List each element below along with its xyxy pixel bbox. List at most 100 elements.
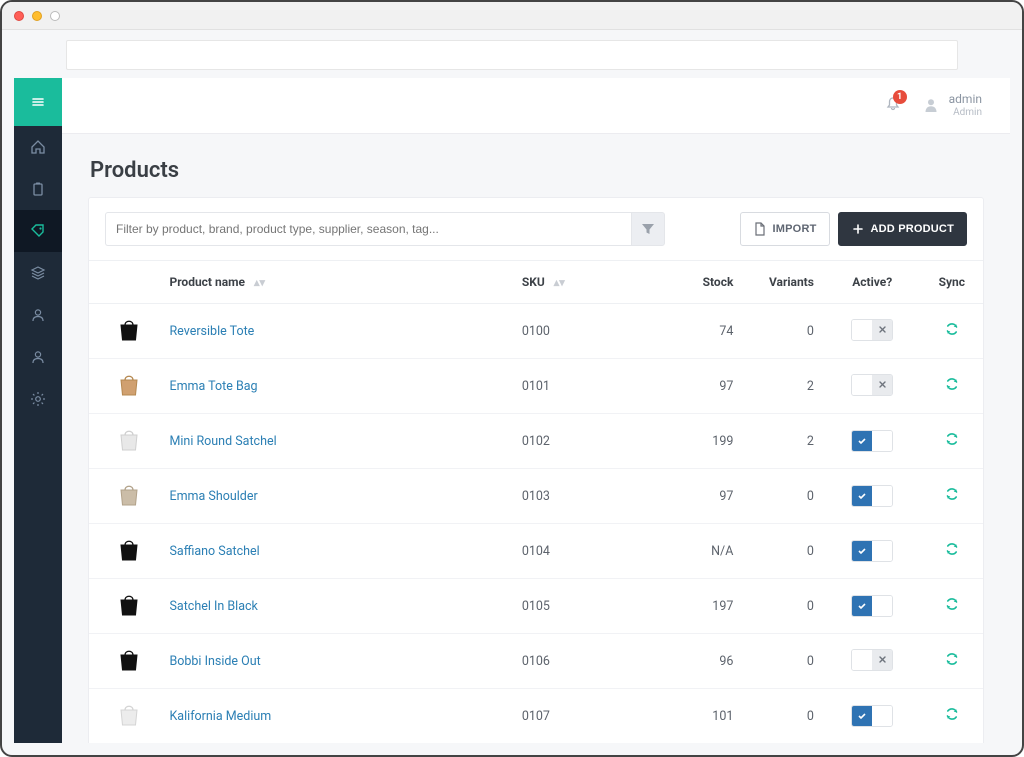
variants-cell: 0 [743, 634, 824, 689]
stock-cell: 197 [655, 579, 744, 634]
add-product-button[interactable]: ADD PRODUCT [838, 212, 967, 246]
page-title: Products [90, 158, 982, 183]
product-name-link[interactable]: Emma Tote Bag [169, 379, 257, 394]
maximize-dot-icon[interactable] [50, 11, 60, 21]
table-row: Saffiano Satchel0104N/A0 [89, 524, 983, 579]
sidebar-item-customers[interactable] [14, 294, 62, 336]
variants-cell: 0 [743, 524, 824, 579]
notification-badge: 1 [893, 90, 907, 104]
gear-icon [30, 391, 46, 407]
sku-cell: 0100 [512, 304, 655, 359]
minimize-dot-icon[interactable] [32, 11, 42, 21]
sort-icon: ▴▾ [554, 276, 565, 289]
table-row: Kalifornia Medium01071010 [89, 689, 983, 744]
product-name-link[interactable]: Satchel In Black [169, 599, 257, 614]
variants-cell: 0 [743, 469, 824, 524]
product-thumbnail [115, 481, 143, 507]
sku-cell: 0102 [512, 414, 655, 469]
tag-icon [30, 223, 46, 239]
filter-input[interactable] [105, 212, 631, 246]
product-name-link[interactable]: Emma Shoulder [169, 489, 257, 504]
sync-button[interactable] [945, 545, 959, 560]
active-toggle[interactable] [851, 430, 893, 452]
close-dot-icon[interactable] [14, 11, 24, 21]
plus-icon [851, 222, 865, 236]
col-active-header: Active? [824, 261, 921, 304]
col-variants-header[interactable]: Variants [743, 261, 824, 304]
sidebar [14, 78, 62, 743]
sku-cell: 0103 [512, 469, 655, 524]
active-toggle[interactable] [851, 595, 893, 617]
sku-cell: 0104 [512, 524, 655, 579]
product-name-link[interactable]: Mini Round Satchel [169, 434, 276, 449]
sku-cell: 0105 [512, 579, 655, 634]
url-bar[interactable] [66, 40, 958, 70]
variants-cell: 0 [743, 689, 824, 744]
sync-button[interactable] [945, 325, 959, 340]
user-menu[interactable]: admin Admin [923, 93, 982, 118]
sidebar-item-clipboard[interactable] [14, 168, 62, 210]
document-icon [753, 222, 767, 236]
col-sync-header: Sync [921, 261, 983, 304]
stock-cell: 97 [655, 469, 744, 524]
active-toggle[interactable] [851, 540, 893, 562]
user-icon [30, 307, 46, 323]
layers-icon [30, 265, 46, 281]
product-thumbnail [115, 371, 143, 397]
col-stock-header[interactable]: Stock [655, 261, 744, 304]
sku-cell: 0106 [512, 634, 655, 689]
active-toggle[interactable] [851, 319, 893, 341]
funnel-icon [641, 222, 655, 236]
import-button-label: IMPORT [773, 223, 817, 235]
active-toggle[interactable] [851, 705, 893, 727]
table-row: Emma Tote Bag0101972 [89, 359, 983, 414]
product-thumbnail [115, 591, 143, 617]
col-name-header[interactable]: Product name ▴▾ [159, 261, 511, 304]
table-row: Emma Shoulder 0103970 [89, 469, 983, 524]
sync-button[interactable] [945, 655, 959, 670]
stock-cell: 96 [655, 634, 744, 689]
sync-button[interactable] [945, 380, 959, 395]
product-thumbnail [115, 701, 143, 727]
topbar: 1 admin Admin [62, 78, 1010, 134]
active-toggle[interactable] [851, 374, 893, 396]
menu-toggle-button[interactable] [14, 78, 62, 126]
user2-icon [30, 349, 46, 365]
product-name-link[interactable]: Reversible Tote [169, 324, 254, 339]
col-thumb-header [89, 261, 159, 304]
active-toggle[interactable] [851, 485, 893, 507]
sidebar-item-users[interactable] [14, 336, 62, 378]
stock-cell: 199 [655, 414, 744, 469]
product-name-link[interactable]: Bobbi Inside Out [169, 654, 260, 669]
product-name-link[interactable]: Kalifornia Medium [169, 709, 271, 724]
home-icon [30, 139, 46, 155]
filter-button[interactable] [631, 212, 665, 246]
sidebar-item-inventory[interactable] [14, 252, 62, 294]
sync-button[interactable] [945, 435, 959, 450]
avatar-icon [923, 97, 939, 113]
table-row: Mini Round Satchel 01021992 [89, 414, 983, 469]
import-button[interactable]: IMPORT [740, 212, 830, 246]
product-name-link[interactable]: Saffiano Satchel [169, 544, 259, 559]
product-thumbnail [115, 536, 143, 562]
user-role-label: Admin [949, 107, 982, 119]
sidebar-item-settings[interactable] [14, 378, 62, 420]
sync-button[interactable] [945, 600, 959, 615]
sidebar-item-home[interactable] [14, 126, 62, 168]
sku-cell: 0101 [512, 359, 655, 414]
col-sku-header[interactable]: SKU ▴▾ [512, 261, 655, 304]
sort-icon: ▴▾ [254, 276, 265, 289]
sidebar-item-products[interactable] [14, 210, 62, 252]
active-toggle[interactable] [851, 649, 893, 671]
products-table: Product name ▴▾ SKU ▴▾ Stock Variants Ac… [89, 260, 983, 743]
table-row: Reversible Tote0100740 [89, 304, 983, 359]
add-product-button-label: ADD PRODUCT [871, 223, 954, 235]
notifications-button[interactable]: 1 [885, 96, 901, 116]
clipboard-icon [30, 181, 46, 197]
variants-cell: 2 [743, 414, 824, 469]
sync-button[interactable] [945, 710, 959, 725]
product-thumbnail [115, 426, 143, 452]
user-name-label: admin [949, 93, 982, 107]
hamburger-icon [30, 94, 46, 110]
sync-button[interactable] [945, 490, 959, 505]
